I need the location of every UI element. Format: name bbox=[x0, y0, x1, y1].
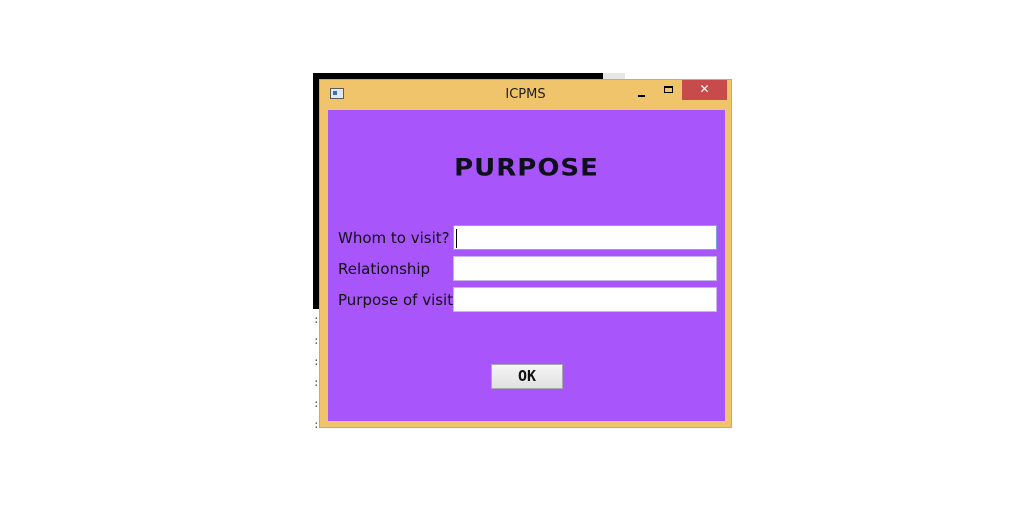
whom-to-visit-label: Whom to visit? bbox=[338, 229, 450, 247]
purpose-of-visit-input[interactable] bbox=[453, 287, 717, 312]
purpose-of-visit-label: Purpose of visit bbox=[338, 291, 454, 309]
minimize-button[interactable] bbox=[630, 82, 654, 102]
close-button[interactable]: ✕ bbox=[682, 80, 727, 100]
ok-button[interactable]: OK bbox=[491, 364, 563, 389]
maximize-button[interactable] bbox=[656, 82, 680, 102]
text-caret bbox=[456, 229, 457, 248]
whom-to-visit-input[interactable] bbox=[453, 225, 717, 250]
relationship-label: Relationship bbox=[338, 260, 431, 278]
purpose-dialog-window: ICPMS ✕ PURPOSE Whom to visit? Relations… bbox=[319, 79, 732, 428]
dialog-content: PURPOSE Whom to visit? Relationship Purp… bbox=[328, 110, 725, 421]
window-titlebar[interactable]: ICPMS ✕ bbox=[320, 80, 731, 110]
form-heading: PURPOSE bbox=[454, 154, 599, 182]
relationship-input[interactable] bbox=[453, 256, 717, 281]
